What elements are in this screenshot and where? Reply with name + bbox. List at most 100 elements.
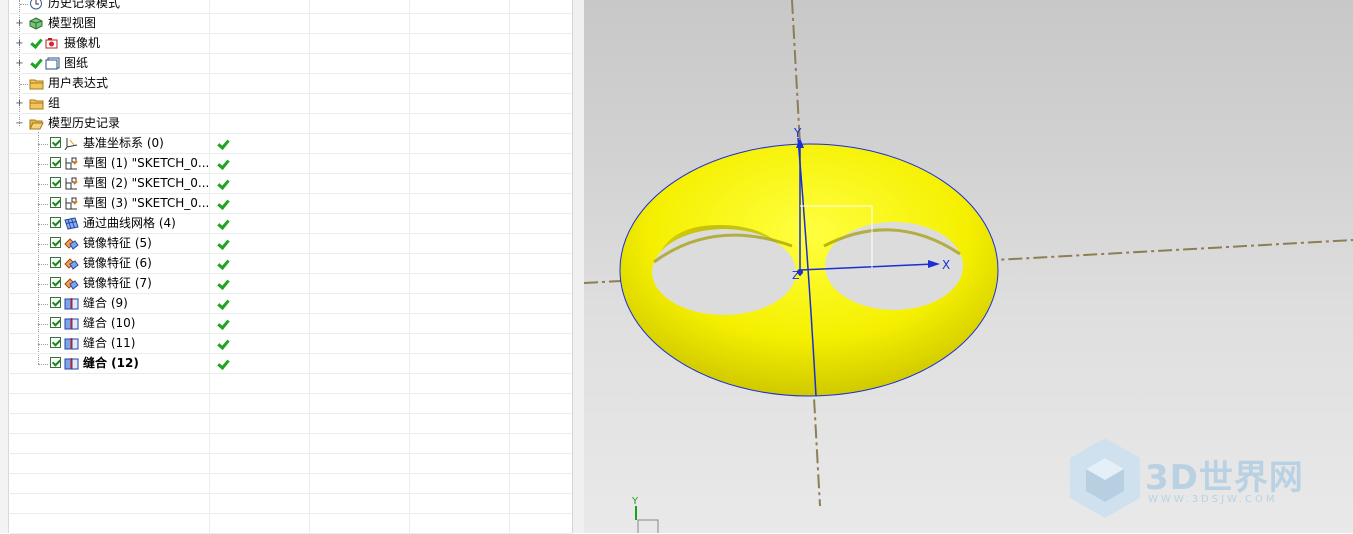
up-to-date-check-icon <box>216 158 228 170</box>
mirror-feature-icon <box>64 278 79 290</box>
csys-z-label: Z <box>792 269 800 282</box>
tree-row-label: 基准坐标系 (0) <box>83 136 164 150</box>
up-to-date-check-icon <box>216 298 228 310</box>
tree-row-label: 镜像特征 (5) <box>83 236 152 250</box>
camera-icon <box>45 38 58 49</box>
check-icon <box>29 37 41 49</box>
feature-checkbox[interactable] <box>50 257 61 268</box>
up-to-date-check-icon <box>216 258 228 270</box>
feature-checkbox[interactable] <box>50 237 61 248</box>
through-curve-mesh-icon <box>64 217 79 230</box>
tree-row-label: 草图 (1) "SKETCH_0... <box>83 156 210 170</box>
expand-plus-icon[interactable]: + <box>15 59 24 69</box>
tree-row-feature[interactable]: 通过曲线网格 (4) <box>10 214 572 234</box>
open-folder-icon <box>29 119 44 130</box>
up-to-date-check-icon <box>216 178 228 190</box>
tree-row-feature[interactable]: 镜像特征 (7) <box>10 274 572 294</box>
empty-row <box>10 474 572 494</box>
tree-row-feature[interactable]: 缝合 (9) <box>10 294 572 314</box>
feature-checkbox[interactable] <box>50 277 61 288</box>
tree-row-label: 缝合 (10) <box>83 316 136 330</box>
tree-row-label: 缝合 (9) <box>83 296 128 310</box>
collapse-minus-icon[interactable]: − <box>15 119 24 129</box>
feature-checkbox[interactable] <box>50 197 61 208</box>
empty-row <box>10 434 572 454</box>
tree-row-label: 模型历史记录 <box>48 116 121 130</box>
clock-icon <box>30 0 42 10</box>
triad-y-label: Y <box>631 496 639 507</box>
navigator-scrollbar[interactable] <box>572 0 584 533</box>
expand-plus-icon[interactable]: + <box>15 19 24 29</box>
sketch-icon <box>65 197 78 210</box>
tree-row-history-mode[interactable]: 历史记录模式 <box>10 0 572 14</box>
tree-row-label: 模型视图 <box>48 16 97 30</box>
feature-checkbox[interactable] <box>50 137 61 148</box>
up-to-date-check-icon <box>216 338 228 350</box>
mirror-feature-icon <box>64 258 79 270</box>
part-navigator: 历史记录模式 + 模型视图 + 摄像机 + 图纸 用户表达式 + 组 − 模型历… <box>0 0 584 534</box>
view-triad: Y <box>631 496 659 533</box>
sew-icon <box>64 298 79 310</box>
feature-checkbox[interactable] <box>50 357 61 368</box>
tree-row-label: 历史记录模式 <box>48 0 121 10</box>
sketch-icon <box>65 157 78 170</box>
empty-row <box>10 454 572 474</box>
up-to-date-check-icon <box>216 198 228 210</box>
feature-checkbox[interactable] <box>50 317 61 328</box>
tree-row-model-views[interactable]: + 模型视图 <box>10 14 572 34</box>
model-views-icon <box>29 17 43 30</box>
tree-row-cameras[interactable]: + 摄像机 <box>10 34 572 54</box>
sew-icon <box>64 338 79 350</box>
check-icon <box>29 57 41 69</box>
tree-row-label: 草图 (3) "SKETCH_0... <box>83 196 210 210</box>
navigator-left-strip <box>0 0 9 533</box>
tree-row-label: 图纸 <box>64 56 89 70</box>
tree-row-feature[interactable]: 草图 (2) "SKETCH_0... <box>10 174 572 194</box>
tree-row-label: 摄像机 <box>64 36 101 50</box>
tree-row-label: 组 <box>48 96 61 110</box>
up-to-date-check-icon <box>216 238 228 250</box>
feature-checkbox[interactable] <box>50 217 61 228</box>
empty-row <box>10 514 572 534</box>
tree-row-feature-current[interactable]: 缝合 (12) <box>10 354 572 374</box>
sew-icon <box>64 318 79 330</box>
datum-csys-icon <box>64 138 78 150</box>
tree-row-model-history[interactable]: − 模型历史记录 <box>10 114 572 134</box>
tree-row-feature[interactable]: 草图 (1) "SKETCH_0... <box>10 154 572 174</box>
tree-row-feature[interactable]: 缝合 (11) <box>10 334 572 354</box>
feature-checkbox[interactable] <box>50 337 61 348</box>
up-to-date-check-icon <box>216 318 228 330</box>
csys-y-label: Y <box>793 126 802 140</box>
feature-checkbox[interactable] <box>50 297 61 308</box>
tree-row-feature[interactable]: 缝合 (10) <box>10 314 572 334</box>
watermark-subtitle: WWW.3DSJW.COM <box>1148 494 1278 505</box>
tree-row-label: 草图 (2) "SKETCH_0... <box>83 176 210 190</box>
tree-row-label: 缝合 (12) <box>83 356 139 370</box>
tree-row-feature[interactable]: 基准坐标系 (0) <box>10 134 572 154</box>
expand-plus-icon[interactable]: + <box>15 99 24 109</box>
tree-row-label: 通过曲线网格 (4) <box>83 216 176 230</box>
empty-row <box>10 374 572 394</box>
expand-plus-icon[interactable]: + <box>15 39 24 49</box>
tree-row-feature[interactable]: 草图 (3) "SKETCH_0... <box>10 194 572 214</box>
feature-checkbox[interactable] <box>50 157 61 168</box>
up-to-date-check-icon <box>216 278 228 290</box>
csys-x-label: X <box>942 258 950 272</box>
folder-icon <box>29 99 44 110</box>
tree-row-drawing-sheets[interactable]: + 图纸 <box>10 54 572 74</box>
tree-row-user-expressions[interactable]: 用户表达式 <box>10 74 572 94</box>
empty-row <box>10 494 572 514</box>
tree-row-label: 镜像特征 (7) <box>83 276 152 290</box>
feature-checkbox[interactable] <box>50 177 61 188</box>
sketch-icon <box>65 177 78 190</box>
tree-row-feature[interactable]: 镜像特征 (5) <box>10 234 572 254</box>
tree-row-groups[interactable]: + 组 <box>10 94 572 114</box>
watermark-logo-icon <box>1070 438 1140 518</box>
watermark-title: 3D世界网 <box>1145 458 1304 498</box>
folder-icon <box>29 79 44 90</box>
empty-row <box>10 414 572 434</box>
tree-row-label: 镜像特征 (6) <box>83 256 152 270</box>
tree-row-feature[interactable]: 镜像特征 (6) <box>10 254 572 274</box>
tree-row-label: 用户表达式 <box>48 76 109 90</box>
drawing-sheet-icon <box>45 57 60 70</box>
